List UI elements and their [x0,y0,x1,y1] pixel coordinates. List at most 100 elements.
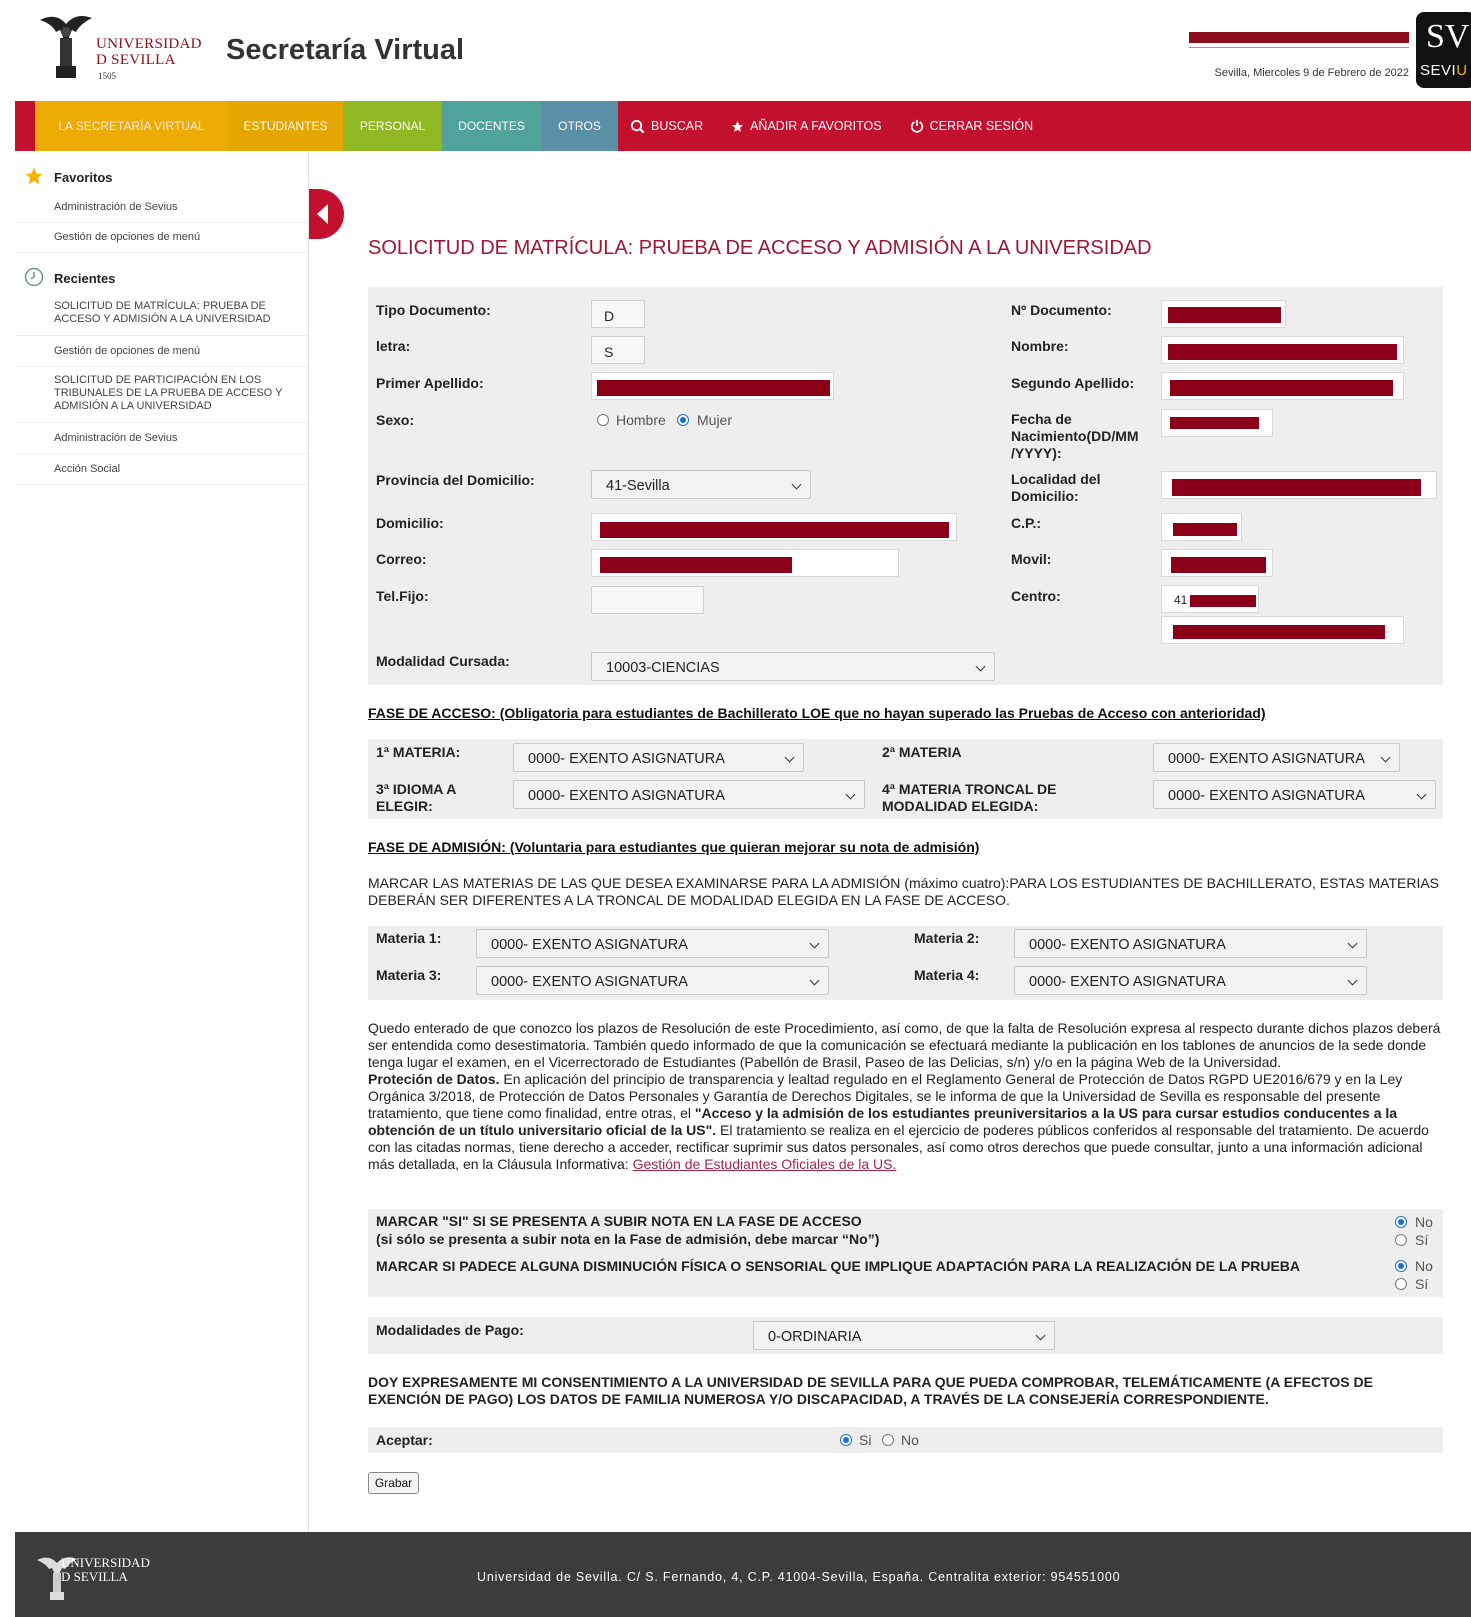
domicilio-label: Domicilio: [376,515,444,531]
nav-logout[interactable]: CERRAR SESIÓN [898,101,1046,151]
acceso-troncal-label: 4ª MATERIA TRONCAL DE MODALIDAD ELEGIDA: [882,781,1057,814]
sidebar-recent-item[interactable]: SOLICITUD DE MATRÍCULA: PRUEBA DE ACCESO… [15,294,309,336]
sidebar-favorite-item[interactable]: Gestión de opciones de menú [15,223,309,253]
redacted-n-documento [1168,307,1281,323]
letra-field[interactable]: S [591,336,645,364]
redacted-centro-name [1173,625,1385,639]
q1-no-radio[interactable] [1395,1216,1407,1228]
legal-paragraph-1: Quedo enterado de que conozco los plazos… [368,1020,1441,1070]
power-icon [910,119,923,133]
recent-title: Recientes [54,271,116,286]
nav-add-favorite-label: AÑADIR A FAVORITOS [750,119,882,133]
sidebar-recent-item[interactable]: Acción Social [15,454,309,485]
nav-search[interactable]: BUSCAR [618,101,715,151]
aceptar-no-label: No [901,1432,919,1448]
favorites-header: Favoritos [15,161,309,191]
primer-apellido-label: Primer Apellido: [376,375,484,391]
segundo-apellido-label: Segundo Apellido: [1011,375,1135,391]
letra-label: letra: [376,338,411,354]
legal-notice: Quedo enterado de que conozco los plazos… [368,1020,1443,1173]
grabar-button[interactable]: Grabar [368,1472,419,1494]
clausula-informativa-link[interactable]: Gestión de Estudiantes Oficiales de la U… [633,1156,897,1172]
favorites-title: Favoritos [54,170,113,185]
fase-acceso-heading: FASE DE ACCESO: (Obligatoria para estudi… [368,705,1266,721]
sevius-badge[interactable]: SV SEVIU [1416,12,1471,88]
aceptar-label: Aceptar: [376,1432,433,1448]
admision-materia-4-label: Materia 4: [914,967,980,983]
nav-tab-estudiantes[interactable]: ESTUDIANTES [228,101,343,151]
q1-label: MARCAR "SI" SI SE PRESENTA A SUBIR NOTA … [376,1213,862,1229]
admision-materia-2-label: Materia 2: [914,930,980,946]
sexo-hombre-label: Hombre [616,412,666,428]
sidebar-recent-item[interactable]: Gestión de opciones de menú [15,336,309,367]
q2-no-radio[interactable] [1395,1260,1407,1272]
nav-tab-secretaria[interactable]: LA SECRETARÍA VIRTUAL [35,101,228,151]
telfijo-field[interactable] [591,586,704,614]
correo-label: Correo: [376,551,427,567]
redacted-localidad [1172,479,1421,496]
q2-label: MARCAR SI PADECE ALGUNA DISMINUCIÓN FÍSI… [376,1258,1301,1274]
app-title: Secretaría Virtual [226,34,465,66]
acceso-idioma-select[interactable]: 0000- EXENTO ASIGNATURA [513,780,865,809]
header-accent-bar [1189,32,1409,43]
admision-materia-2-select[interactable]: 0000- EXENTO ASIGNATURA [1014,929,1367,958]
main-nav: LA SECRETARÍA VIRTUAL ESTUDIANTES PERSON… [15,101,1471,151]
fecha-nacimiento-label: Fecha de Nacimiento(DD/MM /YYYY): [1011,411,1139,461]
acceso-materia-2-select[interactable]: 0000- EXENTO ASIGNATURA [1153,743,1400,772]
nav-tab-docentes[interactable]: DOCENTES [442,101,541,151]
data-protection-title: Proteción de Datos. [368,1071,500,1087]
nav-tab-personal[interactable]: PERSONAL [343,101,442,151]
sexo-mujer-label: Mujer [697,412,733,428]
sidebar-favorite-item[interactable]: Administración de Sevius [15,193,309,223]
q2-si-radio[interactable] [1395,1278,1407,1290]
provincia-label: Provincia del Domicilio: [376,472,535,488]
sidebar-collapse-button[interactable] [309,189,344,239]
admision-materia-3-select[interactable]: 0000- EXENTO ASIGNATURA [476,966,829,995]
page-title: SOLICITUD DE MATRÍCULA: PRUEBA DE ACCESO… [368,237,1152,259]
aceptar-no-radio[interactable] [882,1434,894,1446]
n-documento-label: Nº Documento: [1011,302,1112,318]
footer: UNIVERSIDAD D SEVILLA Universidad de Sev… [15,1532,1471,1617]
tipo-documento-field[interactable]: D [591,300,645,328]
acceso-materia-1-select[interactable]: 0000- EXENTO ASIGNATURA [513,743,804,772]
q2-si-label: Sí [1415,1276,1429,1292]
q1-si-label: Sí [1415,1232,1429,1248]
sexo-hombre-radio[interactable] [597,414,609,426]
nav-tab-otros[interactable]: OTROS [541,101,618,151]
sidebar-recent-item[interactable]: SOLICITUD DE PARTICIPACIÓN EN LOS TRIBUN… [15,367,309,423]
redacted-centro-code [1190,595,1256,607]
redacted-correo [600,557,792,573]
redacted-segundo-apellido [1170,380,1393,396]
acceso-materia-2-label: 2ª MATERIA [882,744,962,760]
aceptar-si-radio[interactable] [840,1434,852,1446]
acceso-troncal-select[interactable]: 0000- EXENTO ASIGNATURA [1153,780,1436,809]
provincia-select[interactable]: 41-Sevilla [591,470,811,499]
admision-materia-3-label: Materia 3: [376,967,442,983]
fase-admision-heading: FASE DE ADMISIÓN: (Voluntaria para estud… [368,839,980,855]
star-icon [732,120,744,132]
sexo-mujer-radio[interactable] [677,414,689,426]
sevius-wordmark: SEVIU [1420,62,1468,79]
acceso-idioma-label: 3ª IDIOMA A ELEGIR: [376,781,456,814]
admision-materia-4-select[interactable]: 0000- EXENTO ASIGNATURA [1014,966,1367,995]
redacted-domicilio [600,522,949,538]
sexo-label: Sexo: [376,412,415,428]
pago-select[interactable]: 0-ORDINARIA [753,1321,1055,1350]
nombre-label: Nombre: [1011,338,1069,354]
localidad-label: Localidad del Domicilio: [1011,471,1101,504]
redacted-fecha-nacimiento [1170,417,1259,429]
redacted-primer-apellido [597,380,830,396]
consent-text: DOY EXPRESAMENTE MI CONSENTIMIENTO A LA … [368,1374,1373,1407]
redacted-nombre [1168,344,1397,360]
sidebar-recent-item[interactable]: Administración de Sevius [15,423,309,454]
recent-header: Recientes [15,262,309,292]
university-logo[interactable]: UNIVERSIDAD D SEVILLA 1505 [36,10,201,82]
nav-add-favorite[interactable]: AÑADIR A FAVORITOS [719,101,894,151]
footer-logo-wordmark: UNIVERSIDAD D SEVILLA [61,1555,150,1584]
modalidad-label: Modalidad Cursada: [376,653,510,669]
admision-materia-1-label: Materia 1: [376,930,442,946]
modalidad-select[interactable]: 10003-CIENCIAS [591,652,995,681]
admision-instructions: MARCAR LAS MATERIAS DE LAS QUE DESEA EXA… [368,875,1440,908]
q1-si-radio[interactable] [1395,1234,1407,1246]
admision-materia-1-select[interactable]: 0000- EXENTO ASIGNATURA [476,929,829,958]
